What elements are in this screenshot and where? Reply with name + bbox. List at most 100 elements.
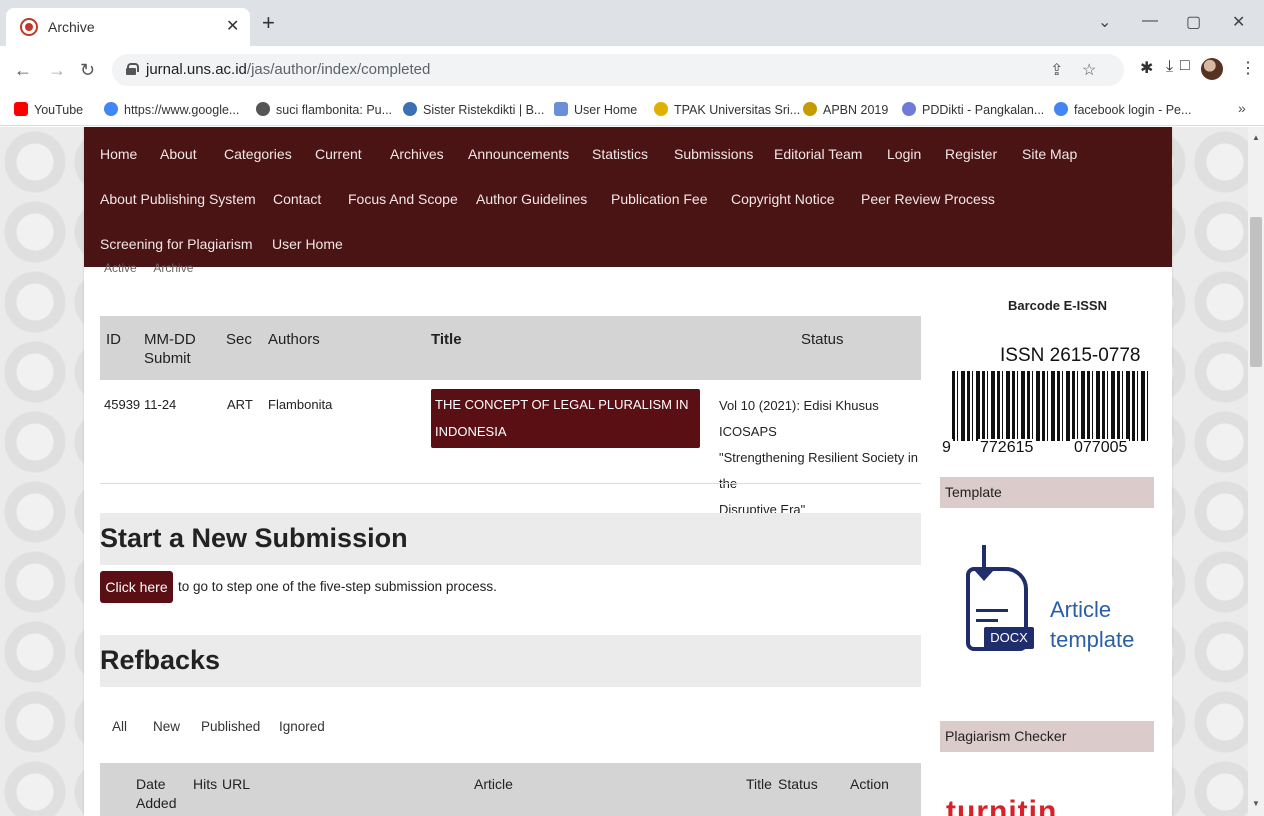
- row-authors: Flambonita: [268, 397, 333, 412]
- bookmarks-bar: YouTube https://www.google... suci flamb…: [0, 94, 1264, 126]
- row-sec: ART: [227, 397, 253, 412]
- bookmark-pddikti[interactable]: PDDikti - Pangkalan...: [902, 102, 1044, 117]
- user-home-icon: [554, 102, 568, 116]
- tab-title: Archive: [48, 19, 95, 35]
- nav-publication-fee[interactable]: Publication Fee: [611, 191, 708, 207]
- row-status[interactable]: Vol 10 (2021): Edisi Khusus ICOSAPS "Str…: [719, 393, 924, 523]
- bookmark-suci-flambonita[interactable]: suci flambonita: Pu...: [256, 102, 392, 117]
- nav-contact[interactable]: Contact: [273, 191, 321, 207]
- bookmark-user-home[interactable]: User Home: [554, 102, 637, 117]
- tab-close-icon[interactable]: ✕: [226, 16, 239, 36]
- apbn-icon: [803, 102, 817, 116]
- filter-published[interactable]: Published: [201, 719, 260, 734]
- col-id: ID: [106, 331, 121, 348]
- submission-title-link[interactable]: THE CONCEPT OF LEGAL PLURALISM IN INDONE…: [431, 389, 700, 466]
- col-title[interactable]: Title: [431, 330, 462, 349]
- share-icon[interactable]: ⇪: [1050, 60, 1063, 80]
- bookmark-sister-ristekdikti[interactable]: Sister Ristekdikti | B...: [403, 102, 544, 117]
- nav-login[interactable]: Login: [887, 146, 921, 162]
- nav-author-guidelines[interactable]: Author Guidelines: [476, 191, 587, 207]
- forward-icon[interactable]: →: [48, 60, 66, 81]
- pddikti-icon: [902, 102, 916, 116]
- bookmark-tpak[interactable]: TPAK Universitas Sri...: [654, 102, 800, 117]
- nav-copyright-notice[interactable]: Copyright Notice: [731, 191, 835, 207]
- omnibox[interactable]: jurnal.uns.ac.id/jas/author/index/comple…: [112, 54, 1124, 86]
- docx-file-icon[interactable]: DOCX: [962, 545, 1034, 655]
- issn-barcode-image: ISSN 2615-0778 9 772615 077005: [936, 337, 1160, 462]
- nav-about[interactable]: About: [160, 146, 197, 162]
- ref-col-article: Article: [474, 776, 513, 792]
- refbacks-table-header: Date Added Hits URL Article Title Status …: [100, 763, 921, 816]
- browser-menu-icon[interactable]: ⋮: [1240, 58, 1256, 78]
- ref-col-title: Title: [746, 776, 772, 792]
- nav-statistics[interactable]: Statistics: [592, 146, 648, 162]
- download-arrow-icon: [975, 545, 993, 581]
- browser-tab[interactable]: Archive ✕: [6, 8, 250, 46]
- globe-icon: [256, 102, 270, 116]
- row-date: 11-24: [144, 397, 177, 412]
- site-favicon-icon: [20, 18, 38, 36]
- nav-archives[interactable]: Archives: [390, 146, 444, 162]
- turnitin-logo[interactable]: turnitin: [946, 795, 1057, 816]
- template-label: Template: [945, 484, 1002, 500]
- back-icon[interactable]: ←: [14, 60, 32, 81]
- nav-peer-review-process[interactable]: Peer Review Process: [861, 191, 995, 207]
- lock-icon: [126, 63, 139, 75]
- reload-icon[interactable]: ↻: [80, 60, 95, 81]
- scroll-up-icon[interactable]: ▲: [1252, 133, 1260, 142]
- filter-all[interactable]: All: [112, 719, 127, 734]
- google-icon: [1054, 102, 1068, 116]
- new-tab-icon[interactable]: +: [262, 12, 275, 34]
- bookmarks-overflow-icon[interactable]: »: [1238, 100, 1246, 116]
- new-submission-heading: Start a New Submission: [100, 523, 408, 553]
- site-navigation: Home About Categories Current Archives A…: [84, 127, 1172, 267]
- scrollbar-thumb[interactable]: [1250, 217, 1262, 367]
- bookmark-facebook-login[interactable]: facebook login - Pe...: [1054, 102, 1191, 117]
- barcode-bars: [952, 371, 1148, 441]
- extensions-icon[interactable]: ✱: [1140, 58, 1153, 78]
- page-viewport: Home About Categories Current Archives A…: [0, 127, 1248, 816]
- browser-tab-bar: Archive ✕ + ⌄ — ▢ ✕: [0, 0, 1264, 46]
- page-scrollbar[interactable]: ▲ ▼: [1248, 127, 1264, 816]
- address-toolbar: ← → ↻ jurnal.uns.ac.id/jas/author/index/…: [0, 46, 1264, 94]
- profile-avatar[interactable]: [1201, 58, 1223, 80]
- nav-register[interactable]: Register: [945, 146, 997, 162]
- filter-new[interactable]: New: [153, 719, 180, 734]
- refbacks-heading: Refbacks: [100, 645, 221, 675]
- click-here-button[interactable]: Click here: [100, 571, 173, 603]
- nav-current[interactable]: Current: [315, 146, 362, 162]
- article-template-link-2[interactable]: template: [1050, 627, 1134, 653]
- bookmark-apbn[interactable]: APBN 2019: [803, 102, 888, 117]
- nav-user-home[interactable]: User Home: [272, 236, 343, 252]
- barcode-label: Barcode E-ISSN: [1008, 298, 1107, 313]
- side-panel-icon[interactable]: □: [1180, 57, 1190, 75]
- ref-col-hits: Hits: [193, 776, 218, 792]
- nav-site-map[interactable]: Site Map: [1022, 146, 1077, 162]
- new-submission-description: to go to step one of the five-step submi…: [178, 579, 497, 594]
- article-template-link[interactable]: Article: [1050, 597, 1111, 623]
- nav-announcements[interactable]: Announcements: [468, 146, 569, 162]
- nav-focus-and-scope[interactable]: Focus And Scope: [348, 191, 458, 207]
- youtube-icon: [14, 102, 28, 116]
- nav-screening-for-plagiarism[interactable]: Screening for Plagiarism: [100, 236, 253, 252]
- nav-about-publishing-system[interactable]: About Publishing System: [100, 191, 256, 207]
- bookmark-star-icon[interactable]: ☆: [1082, 60, 1096, 80]
- download-icon[interactable]: ⤓: [1166, 58, 1173, 76]
- scroll-down-icon[interactable]: ▼: [1252, 799, 1260, 808]
- filter-ignored[interactable]: Ignored: [279, 719, 325, 734]
- nav-editorial-team[interactable]: Editorial Team: [774, 146, 862, 162]
- tab-search-icon[interactable]: ⌄: [1098, 12, 1111, 32]
- url-text[interactable]: jurnal.uns.ac.id/jas/author/index/comple…: [146, 61, 430, 78]
- tab-active[interactable]: Active: [104, 261, 137, 275]
- window-close-icon[interactable]: ✕: [1232, 12, 1245, 32]
- bookmark-youtube[interactable]: YouTube: [14, 102, 83, 117]
- nav-home[interactable]: Home: [100, 146, 137, 162]
- col-status: Status: [801, 331, 844, 348]
- minimize-icon[interactable]: —: [1142, 12, 1158, 30]
- bookmark-google[interactable]: https://www.google...: [104, 102, 239, 117]
- nav-submissions[interactable]: Submissions: [674, 146, 753, 162]
- plagiarism-label: Plagiarism Checker: [945, 728, 1067, 744]
- tab-archive[interactable]: Archive: [153, 261, 193, 275]
- restore-icon[interactable]: ▢: [1186, 12, 1201, 32]
- nav-categories[interactable]: Categories: [224, 146, 292, 162]
